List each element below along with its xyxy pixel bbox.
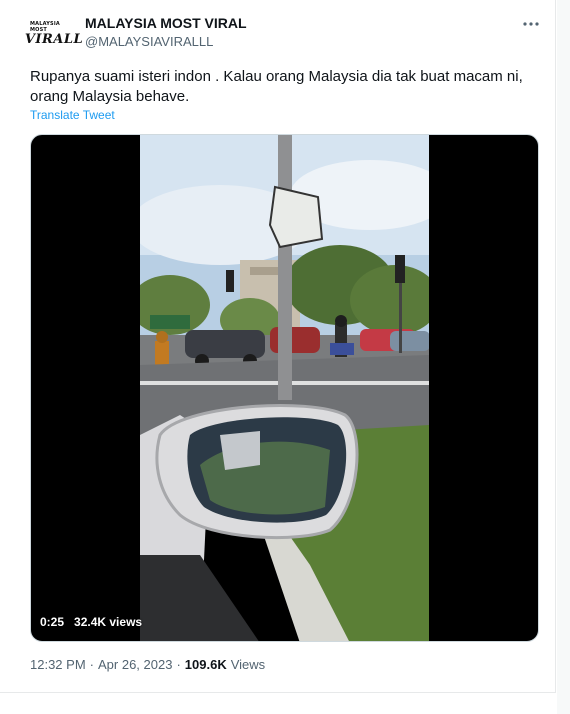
video-frame [140,135,429,641]
video-views: 32.4K views [74,615,143,629]
separator: · [89,657,94,672]
views-count: 109.6K [184,657,227,672]
page-background-strip [557,0,570,714]
avatar-small-text: MALAYSIA MOST [30,20,60,33]
tweet-date[interactable]: Apr 26, 2023 [98,657,172,672]
video-duration: 0:25 [40,615,65,629]
video-player[interactable] [30,134,539,642]
more-icon[interactable] [521,14,541,34]
tweet-card[interactable]: MALAYSIA MOST VIRALL MALAYSIA MOST VIRAL… [0,0,556,693]
video-meta: 0:25 32.4K views [40,612,142,632]
tweet-time[interactable]: 12:32 PM [30,657,86,672]
separator: · [176,657,181,672]
tweet-text: Rupanya suami isteri indon . Kalau orang… [30,68,523,105]
tweet-footer: 12:32 PM · Apr 26, 2023 · 109.6K Views [30,657,265,672]
avatar-big-text: VIRALL [24,31,84,47]
author-handle[interactable]: @MALAYSIAVIRALLL [85,34,213,49]
views-label: Views [230,657,266,672]
avatar[interactable]: MALAYSIA MOST VIRALL [25,18,83,48]
translate-tweet-link[interactable]: Translate Tweet [30,108,115,122]
author-name[interactable]: MALAYSIA MOST VIRAL [85,15,247,31]
